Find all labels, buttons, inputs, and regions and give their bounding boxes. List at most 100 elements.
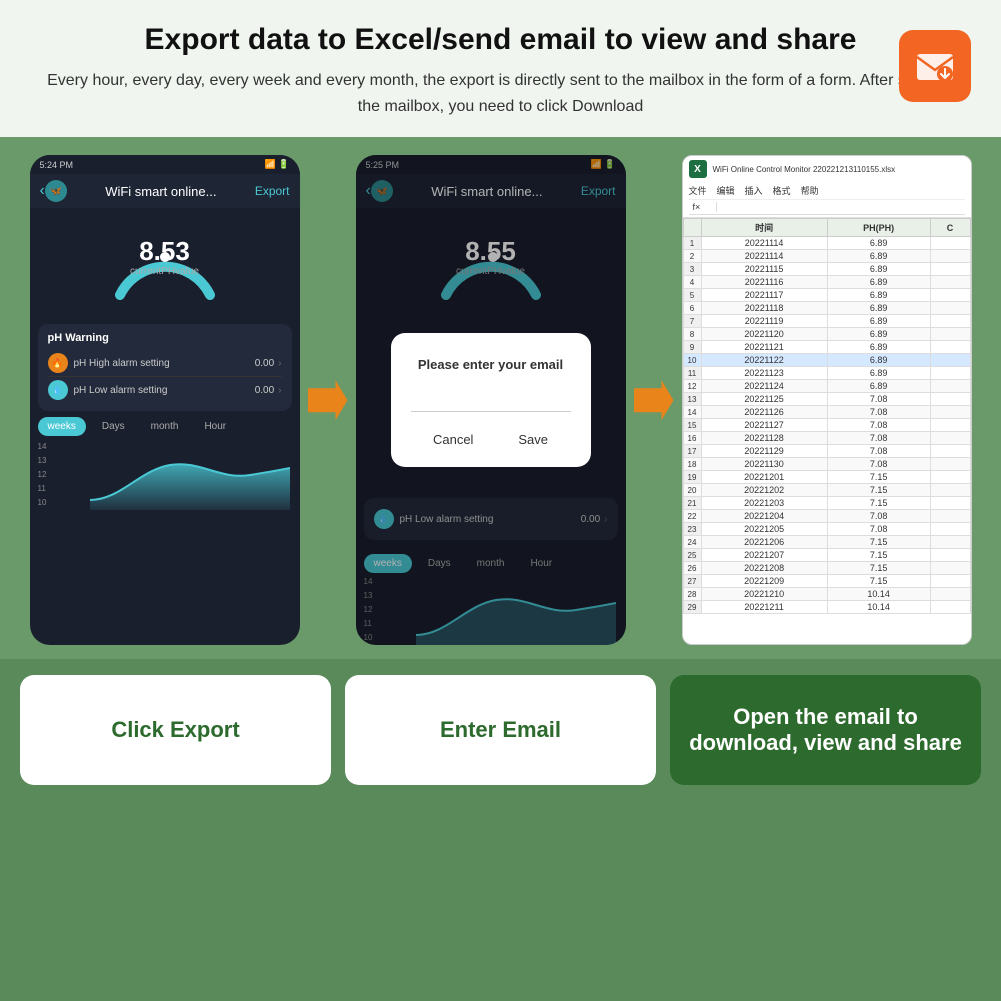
table-row: 7 20221119 6.89 [683, 315, 970, 328]
chart-labels-1: 14 13 12 11 10 [38, 440, 47, 510]
alarm-icon-low-1: 💧 [48, 380, 68, 400]
cell-c [930, 471, 970, 484]
dialog-title: Please enter your email [411, 357, 571, 372]
cell-date: 20221125 [701, 393, 827, 406]
toolbar-insert[interactable]: 插入 [745, 184, 763, 197]
tab-month-1[interactable]: month [141, 417, 189, 436]
col-b-header: PH(PH) [827, 219, 930, 237]
page-title: Export data to Excel/send email to view … [40, 22, 961, 58]
row-num: 25 [683, 549, 701, 562]
cell-c [930, 601, 970, 614]
table-row: 27 20221209 7.15 [683, 575, 970, 588]
cell-c [930, 393, 970, 406]
table-row: 9 20221121 6.89 [683, 341, 970, 354]
tab-hour-1[interactable]: Hour [194, 417, 236, 436]
step-2-card: Enter Email [345, 675, 656, 785]
table-row: 19 20221201 7.15 [683, 471, 970, 484]
cell-c [930, 575, 970, 588]
cell-date: 20221128 [701, 432, 827, 445]
export-button-1[interactable]: Export [255, 184, 290, 198]
table-row: 13 20221125 7.08 [683, 393, 970, 406]
cell-c [930, 302, 970, 315]
cell-c [930, 497, 970, 510]
cell-date: 20221210 [701, 588, 827, 601]
table-row: 24 20221206 7.15 [683, 536, 970, 549]
cell-date: 20221207 [701, 549, 827, 562]
tab-days-1[interactable]: Days [92, 417, 135, 436]
cell-c [930, 367, 970, 380]
chart-1: 14 13 12 11 10 [30, 440, 300, 510]
save-button[interactable]: Save [502, 428, 564, 451]
step-3-card: Open the email to download, view and sha… [670, 675, 981, 785]
cell-ph: 7.15 [827, 562, 930, 575]
toolbar-help[interactable]: 帮助 [801, 184, 819, 197]
toolbar-edit[interactable]: 编辑 [717, 184, 735, 197]
cell-ph: 6.89 [827, 341, 930, 354]
excel-icon: X [689, 160, 707, 178]
email-input-line[interactable] [411, 392, 571, 412]
cell-date: 20221116 [701, 276, 827, 289]
table-row: 26 20221208 7.15 [683, 562, 970, 575]
cell-ph: 6.89 [827, 250, 930, 263]
row-num: 21 [683, 497, 701, 510]
cell-c [930, 276, 970, 289]
alarm-section-1: pH Warning 🔥 pH High alarm setting 0.00 … [38, 324, 292, 411]
period-tabs-1: weeks Days month Hour [30, 417, 300, 436]
cancel-button[interactable]: Cancel [417, 428, 489, 451]
cell-ph: 6.89 [827, 380, 930, 393]
toolbar-file[interactable]: 文件 [689, 184, 707, 197]
cell-ph: 6.89 [827, 367, 930, 380]
header-section: Export data to Excel/send email to view … [0, 0, 1001, 137]
row-num: 3 [683, 263, 701, 276]
table-row: 20 20221202 7.15 [683, 484, 970, 497]
excel-screen: X WiFi Online Control Monitor 2202212131… [682, 155, 972, 645]
row-num: 19 [683, 471, 701, 484]
cell-ph: 7.15 [827, 575, 930, 588]
cell-ph: 6.89 [827, 354, 930, 367]
excel-formula-bar: f× [689, 200, 965, 215]
dialog-actions: Cancel Save [411, 428, 571, 451]
cell-c [930, 406, 970, 419]
cell-ph: 7.15 [827, 536, 930, 549]
cell-date: 20221202 [701, 484, 827, 497]
tab-weeks-1[interactable]: weeks [38, 417, 86, 436]
phone-nav-1: ‹ 🦋 WiFi smart online... Export [30, 174, 300, 208]
table-row: 22 20221204 7.08 [683, 510, 970, 523]
row-num: 8 [683, 328, 701, 341]
cell-reference: f× [693, 202, 717, 212]
chart-svg-1 [90, 450, 290, 510]
cell-c [930, 341, 970, 354]
table-row: 21 20221203 7.15 [683, 497, 970, 510]
cell-date: 20221120 [701, 328, 827, 341]
cell-ph: 7.08 [827, 406, 930, 419]
status-time-1: 5:24 PM [40, 160, 74, 170]
alarm-row-low-1: 💧 pH Low alarm setting 0.00 › [48, 376, 282, 403]
cell-ph: 6.89 [827, 263, 930, 276]
cell-c [930, 419, 970, 432]
row-num: 4 [683, 276, 701, 289]
row-num: 14 [683, 406, 701, 419]
excel-title-bar: X WiFi Online Control Monitor 2202212131… [689, 160, 965, 178]
cell-date: 20221206 [701, 536, 827, 549]
cell-ph: 7.08 [827, 445, 930, 458]
row-num: 18 [683, 458, 701, 471]
row-num: 28 [683, 588, 701, 601]
table-row: 10 20221122 6.89 [683, 354, 970, 367]
screenshots-section: 5:24 PM 📶 🔋 ‹ 🦋 WiFi smart online... Exp… [0, 137, 1001, 659]
row-num: 27 [683, 575, 701, 588]
bottom-section: Click Export Enter Email Open the email … [0, 659, 1001, 801]
cell-c [930, 289, 970, 302]
row-num: 22 [683, 510, 701, 523]
table-row: 15 20221127 7.08 [683, 419, 970, 432]
excel-table: 时间 PH(PH) C 1 20221114 6.89 2 20221114 6… [683, 218, 971, 614]
arrow-icon-1 [308, 380, 348, 420]
toolbar-format[interactable]: 格式 [773, 184, 791, 197]
step-1-card: Click Export [20, 675, 331, 785]
cell-ph: 7.08 [827, 510, 930, 523]
row-num: 29 [683, 601, 701, 614]
cell-c [930, 510, 970, 523]
step-2-label: Enter Email [440, 717, 561, 743]
cell-c [930, 432, 970, 445]
cell-ph: 7.08 [827, 523, 930, 536]
gauge-value-1: 8.53 currentPHvalue [130, 238, 199, 277]
